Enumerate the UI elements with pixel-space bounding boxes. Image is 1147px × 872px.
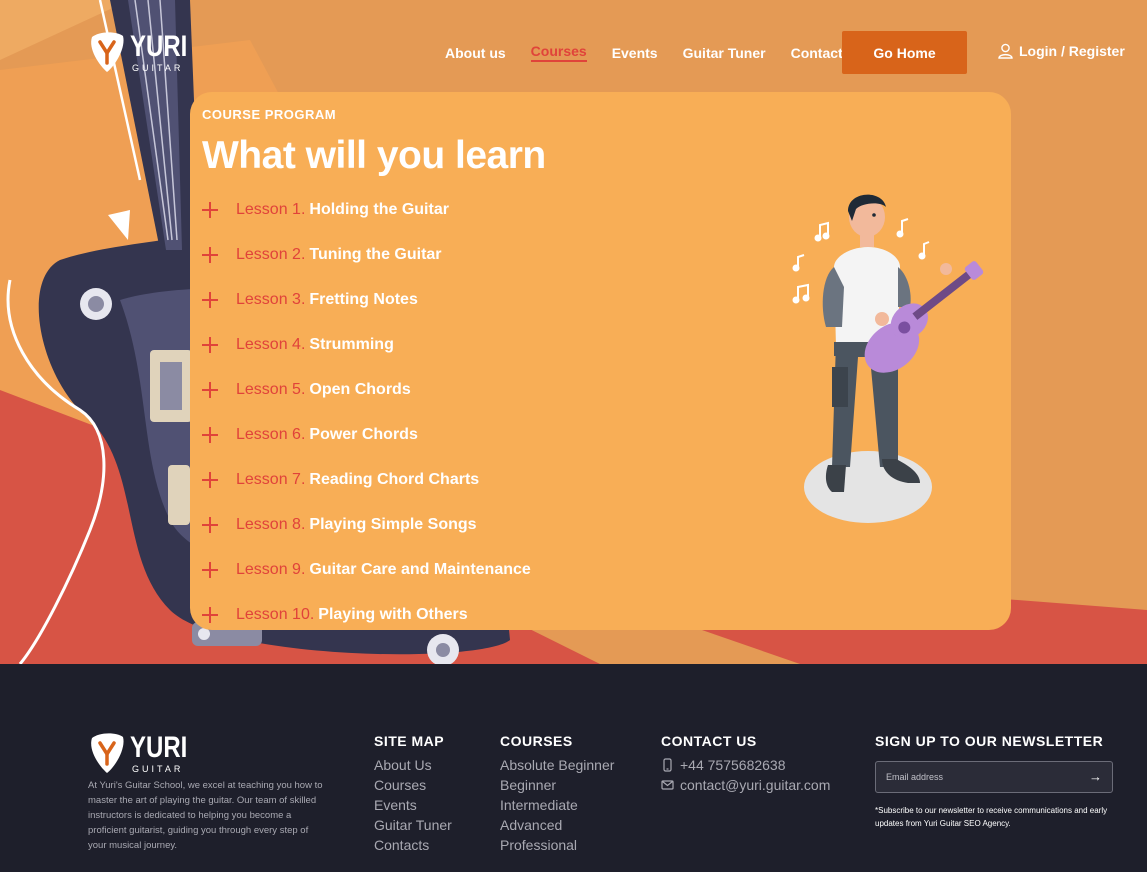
lesson-title: Guitar Care and Maintenance	[309, 560, 531, 578]
mail-icon	[661, 780, 674, 790]
sitemap-link-contacts[interactable]: Contacts	[374, 835, 452, 855]
course-link-beginner[interactable]: Beginner	[500, 775, 614, 795]
lesson-title: Strumming	[309, 335, 394, 353]
plus-icon	[202, 201, 218, 218]
lesson-title: Open Chords	[309, 380, 411, 398]
lesson-item-5[interactable]: Lesson 5. Open Chords	[202, 367, 531, 412]
course-link-advanced[interactable]: Advanced	[500, 815, 614, 835]
plus-icon	[202, 516, 218, 533]
user-icon	[998, 43, 1013, 59]
main-nav: About us Courses Events Guitar Tuner Con…	[445, 31, 875, 74]
sitemap-link-courses[interactable]: Courses	[374, 775, 452, 795]
footer-brand-name: YURI	[130, 730, 188, 764]
plus-icon	[202, 291, 218, 308]
nav-link-about-us[interactable]: About us	[445, 45, 506, 61]
lesson-item-7[interactable]: Lesson 7. Reading Chord Charts	[202, 457, 531, 502]
arrow-right-icon[interactable]: →	[1089, 769, 1102, 784]
lesson-title: Fretting Notes	[309, 290, 418, 308]
course-program-panel: COURSE PROGRAM What will you learn Lesso…	[190, 92, 1011, 630]
guitar-pick-icon	[91, 32, 124, 72]
newsletter-email-input[interactable]: Email address →	[875, 761, 1113, 793]
lesson-number: Lesson 10.	[236, 605, 315, 623]
site-footer: YURI GUITAR At Yuri's Guitar School, we …	[0, 664, 1147, 872]
course-link-intermediate[interactable]: Intermediate	[500, 795, 614, 815]
lesson-number: Lesson 1.	[236, 200, 306, 218]
footer-brand-logo[interactable]: YURI GUITAR	[88, 732, 202, 774]
brand-name: YURI	[130, 29, 188, 63]
nav-link-courses[interactable]: Courses	[530, 43, 587, 62]
footer-about-text: At Yuri's Guitar School, we excel at tea…	[88, 780, 323, 851]
sitemap-link-about-us[interactable]: About Us	[374, 755, 452, 775]
newsletter-heading: SIGN UP TO OUR NEWSLETTER	[875, 733, 1104, 749]
lesson-item-6[interactable]: Lesson 6. Power Chords	[202, 412, 531, 457]
go-home-button[interactable]: Go Home	[842, 31, 967, 74]
lesson-item-2[interactable]: Lesson 2. Tuning the Guitar	[202, 232, 531, 277]
plus-icon	[202, 426, 218, 443]
sitemap-link-guitar-tuner[interactable]: Guitar Tuner	[374, 815, 452, 835]
lesson-list: Lesson 1. Holding the Guitar Lesson 2. Tun…	[202, 187, 531, 637]
section-eyebrow: COURSE PROGRAM	[202, 107, 337, 122]
lesson-number: Lesson 5.	[236, 380, 306, 398]
guitar-pick-icon	[91, 733, 124, 773]
sitemap-heading: SITE MAP	[374, 733, 445, 749]
newsletter-placeholder: Email address	[886, 772, 944, 782]
lesson-title: Power Chords	[309, 425, 418, 443]
login-register-label: Login / Register	[1019, 43, 1125, 59]
lesson-item-4[interactable]: Lesson 4. Strumming	[202, 322, 531, 367]
guitarist-illustration	[792, 194, 984, 523]
plus-icon	[202, 606, 218, 623]
section-heading: What will you learn	[202, 134, 546, 177]
plus-icon	[202, 381, 218, 398]
plus-icon	[202, 336, 218, 353]
lesson-item-3[interactable]: Lesson 3. Fretting Notes	[202, 277, 531, 322]
footer-brand-tagline: GUITAR	[132, 763, 184, 774]
phone-icon	[663, 758, 672, 772]
plus-icon	[202, 471, 218, 488]
lesson-title: Playing Simple Songs	[309, 515, 477, 533]
lesson-title: Tuning the Guitar	[309, 245, 442, 263]
contact-email[interactable]: contact@yuri.guitar.com	[661, 775, 830, 795]
footer-courses: COURSES Absolute Beginner Beginner Inter…	[500, 733, 614, 855]
contact-heading: CONTACT US	[661, 733, 757, 749]
sitemap-link-events[interactable]: Events	[374, 795, 452, 815]
contact-phone-text: +44 7575682638	[680, 757, 786, 773]
course-link-absolute-beginner[interactable]: Absolute Beginner	[500, 755, 614, 775]
lesson-title: Reading Chord Charts	[309, 470, 480, 488]
nav-link-guitar-tuner[interactable]: Guitar Tuner	[683, 45, 766, 61]
brand-logo[interactable]: YURI GUITAR	[88, 31, 202, 73]
lesson-title: Holding the Guitar	[309, 200, 449, 218]
lesson-item-1[interactable]: Lesson 1. Holding the Guitar	[202, 187, 531, 232]
lesson-number: Lesson 3.	[236, 290, 306, 308]
lesson-number: Lesson 8.	[236, 515, 306, 533]
hero-section: YURI GUITAR About us Courses Events Guit…	[0, 0, 1147, 664]
lesson-number: Lesson 7.	[236, 470, 306, 488]
lesson-item-10[interactable]: Lesson 10. Playing with Others	[202, 592, 531, 637]
lesson-number: Lesson 6.	[236, 425, 306, 443]
contact-email-text: contact@yuri.guitar.com	[680, 777, 831, 793]
lesson-title: Playing with Others	[318, 605, 468, 623]
footer-contact: CONTACT US +44 7575682638 contact@yuri.g…	[661, 733, 830, 795]
brand-tagline: GUITAR	[132, 62, 184, 73]
nav-link-events[interactable]: Events	[612, 45, 658, 61]
plus-icon	[202, 246, 218, 263]
login-register-link[interactable]: Login / Register	[998, 43, 1125, 59]
course-link-professional[interactable]: Professional	[500, 835, 614, 855]
courses-heading: COURSES	[500, 733, 573, 749]
plus-icon	[202, 561, 218, 578]
lesson-item-9[interactable]: Lesson 9. Guitar Care and Maintenance	[202, 547, 531, 592]
lesson-number: Lesson 9.	[236, 560, 306, 578]
lesson-number: Lesson 2.	[236, 245, 306, 263]
lesson-item-8[interactable]: Lesson 8. Playing Simple Songs	[202, 502, 531, 547]
newsletter-note: *Subscribe to our newsletter to receive …	[875, 806, 1108, 828]
footer-sitemap: SITE MAP About Us Courses Events Guitar …	[374, 733, 452, 855]
lesson-number: Lesson 4.	[236, 335, 306, 353]
contact-phone[interactable]: +44 7575682638	[661, 755, 830, 775]
footer-newsletter: SIGN UP TO OUR NEWSLETTER	[875, 733, 1103, 755]
